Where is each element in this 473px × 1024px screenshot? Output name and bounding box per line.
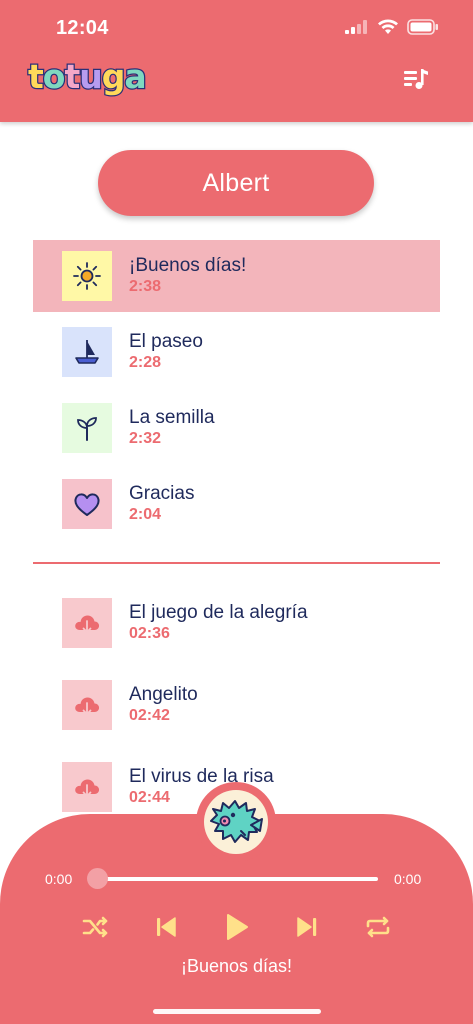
status-icons bbox=[345, 19, 439, 35]
cloud-download-icon bbox=[75, 615, 100, 633]
track-duration: 02:44 bbox=[129, 789, 170, 806]
sun-icon bbox=[73, 262, 101, 290]
track-row[interactable]: Gracias 2:04 bbox=[33, 468, 440, 540]
track-duration: 2:32 bbox=[129, 430, 162, 447]
queue-button[interactable] bbox=[401, 64, 431, 94]
track-thumbnail bbox=[62, 762, 112, 812]
track-title: ¡Buenos días! bbox=[129, 255, 247, 276]
battery-icon bbox=[407, 19, 438, 35]
elapsed-time: 0:00 bbox=[45, 871, 73, 887]
pufferfish-character-icon bbox=[210, 800, 263, 843]
track-thumbnail bbox=[62, 598, 112, 648]
next-button[interactable] bbox=[290, 910, 324, 944]
profile-name: Albert bbox=[202, 168, 270, 197]
track-title: La semilla bbox=[129, 407, 215, 428]
track-title: El juego de la alegría bbox=[129, 602, 308, 623]
logo-letter: a bbox=[123, 56, 148, 96]
shuffle-button[interactable] bbox=[79, 910, 113, 944]
track-title: Gracias bbox=[129, 483, 195, 504]
progress-track[interactable] bbox=[97, 877, 378, 881]
totuga-logo[interactable]: t o t u g a bbox=[27, 54, 148, 98]
download-track-row[interactable]: El juego de la alegría 02:36 bbox=[33, 587, 440, 659]
sailboat-icon bbox=[75, 340, 99, 364]
track-thumbnail bbox=[62, 403, 112, 453]
profile-name-button[interactable]: Albert bbox=[98, 150, 374, 216]
track-title: El paseo bbox=[129, 331, 203, 352]
now-playing-title: ¡Buenos días! bbox=[180, 956, 293, 976]
previous-button[interactable] bbox=[149, 910, 183, 944]
cloud-download-icon bbox=[75, 779, 100, 797]
track-thumbnail bbox=[62, 479, 112, 529]
logo-letter: g bbox=[101, 56, 127, 96]
track-duration: 02:36 bbox=[129, 625, 170, 642]
status-bar: 12:04 bbox=[0, 0, 473, 56]
signal-icon bbox=[345, 20, 367, 34]
sprout-icon bbox=[77, 417, 97, 441]
track-duration: 2:28 bbox=[129, 354, 162, 371]
skip-previous-icon bbox=[157, 917, 176, 937]
skip-next-icon bbox=[297, 917, 317, 937]
app-header: 12:04 t o t u g a bbox=[0, 0, 473, 122]
total-time: 0:00 bbox=[394, 871, 422, 887]
player-avatar[interactable] bbox=[196, 782, 276, 862]
play-icon bbox=[227, 914, 248, 940]
repeat-icon bbox=[366, 916, 390, 938]
track-row[interactable]: ¡Buenos días! 2:38 bbox=[33, 240, 440, 312]
status-time: 12:04 bbox=[56, 17, 109, 39]
repeat-button[interactable] bbox=[361, 910, 395, 944]
home-indicator[interactable] bbox=[153, 1009, 321, 1014]
track-title: Angelito bbox=[129, 684, 198, 705]
track-row[interactable]: La semilla 2:32 bbox=[33, 392, 440, 464]
track-duration: 2:38 bbox=[129, 278, 162, 295]
logo-letter: t bbox=[27, 56, 45, 96]
cloud-download-icon bbox=[75, 697, 100, 715]
avatar-image bbox=[204, 790, 268, 854]
progress-handle[interactable] bbox=[87, 868, 108, 889]
track-thumbnail bbox=[62, 251, 112, 301]
section-divider bbox=[33, 562, 440, 564]
play-button[interactable] bbox=[219, 910, 253, 944]
playlist-music-icon bbox=[404, 69, 428, 89]
shuffle-icon bbox=[82, 916, 108, 938]
logo-letter: o bbox=[42, 56, 67, 96]
logo-letter: t bbox=[63, 56, 81, 96]
wifi-icon bbox=[378, 19, 398, 34]
heart-icon bbox=[74, 493, 100, 516]
track-thumbnail bbox=[62, 327, 112, 377]
download-track-row[interactable]: Angelito 02:42 bbox=[33, 669, 440, 741]
track-duration: 2:04 bbox=[129, 506, 162, 523]
track-row[interactable]: El paseo 2:28 bbox=[33, 316, 440, 388]
logo-letter: u bbox=[78, 56, 104, 96]
track-duration: 02:42 bbox=[129, 707, 170, 724]
track-thumbnail bbox=[62, 680, 112, 730]
